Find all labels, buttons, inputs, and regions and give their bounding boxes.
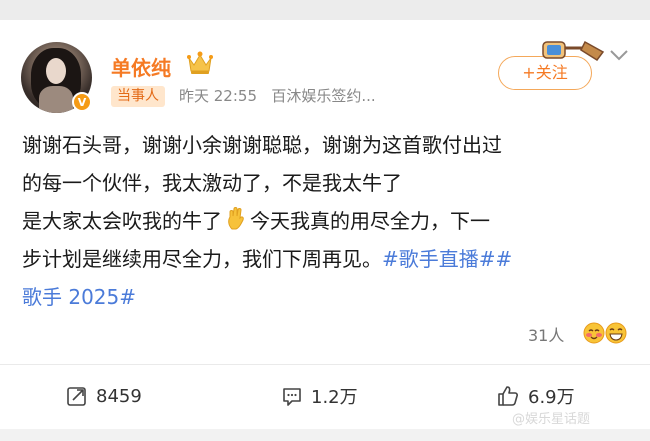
repost-icon: [67, 387, 86, 406]
post-line: 步计划是继续用尽全力，我们下周再见。: [22, 247, 382, 271]
verified-v-icon: V: [72, 92, 92, 112]
post-line-with-emoji: 是大家太会吹我的牛了 今天我真的用尽全力，下一: [22, 202, 632, 240]
chevron-down-icon[interactable]: [608, 48, 630, 62]
post-meta: 昨天 22:55 百沐娱乐签约...: [179, 86, 376, 107]
thumbs-up-icon: [498, 386, 518, 406]
blush-emoji-icon: [583, 322, 605, 344]
hashtag-link[interactable]: 歌手 2025#: [22, 285, 136, 309]
author-name[interactable]: 单依纯: [111, 52, 171, 81]
grin-emoji-icon: [605, 322, 627, 344]
post-time: 昨天 22:55: [179, 87, 257, 105]
post-body: 谢谢石头哥，谢谢小余谢谢聪聪，谢谢为这首歌付出过 的每一个伙伴，我太激动了，不是…: [22, 126, 632, 316]
comment-button[interactable]: 1.2万: [281, 383, 358, 409]
comment-icon: [283, 388, 301, 406]
likers-count[interactable]: 31人: [528, 322, 564, 346]
post-line: 谢谢石头哥，谢谢小余谢谢聪聪，谢谢为这首歌付出过: [22, 133, 502, 157]
ok-hand-emoji-icon: [228, 207, 244, 230]
comment-count: 1.2万: [311, 387, 358, 408]
divider: [0, 364, 650, 365]
post-line: 是大家太会吹我的牛了: [22, 209, 222, 233]
bottom-separator: [0, 429, 650, 441]
post-source[interactable]: 百沐娱乐签约...: [271, 87, 375, 105]
hashtag-link[interactable]: #歌手直播##: [382, 247, 512, 271]
like-button[interactable]: 6.9万: [496, 383, 575, 409]
post-line-with-tag: 步计划是继续用尽全力，我们下周再见。#歌手直播##: [22, 240, 632, 278]
like-count: 6.9万: [528, 387, 575, 408]
watermark: @娱乐星话题: [512, 412, 591, 427]
role-tag: 当事人: [111, 86, 165, 107]
glasses-sticker-icon: [542, 40, 605, 62]
repost-button[interactable]: 8459: [66, 383, 142, 409]
post-line: 今天我真的用尽全力，下一: [250, 209, 490, 233]
top-separator: [0, 0, 650, 20]
crown-icon: [187, 51, 213, 74]
post-line: 的每一个伙伴，我太激动了，不是我太牛了: [22, 171, 402, 195]
repost-count: 8459: [96, 385, 142, 407]
